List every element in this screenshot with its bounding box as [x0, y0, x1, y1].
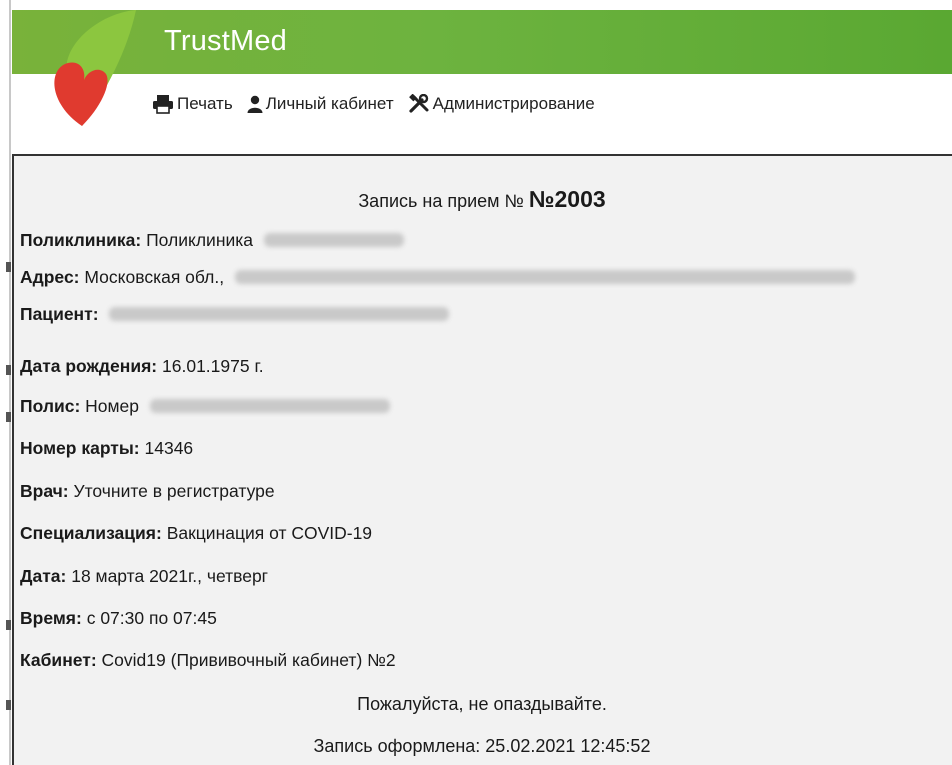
- card-label: Номер карты:: [20, 438, 140, 458]
- address-row: Адрес: Московская обл.,: [20, 267, 855, 288]
- room-label: Кабинет:: [20, 650, 97, 670]
- time-value: с 07:30 по 07:45: [86, 608, 217, 628]
- print-label: Печать: [177, 94, 233, 113]
- date-value: 18 марта 2021г., четверг: [71, 566, 269, 586]
- time-row: Время: с 07:30 по 07:45: [20, 608, 217, 629]
- time-label: Время:: [20, 608, 82, 628]
- specialization-row: Специализация: Вакцинация от COVID-19: [20, 523, 372, 544]
- address-value: Московская обл.,: [84, 267, 225, 287]
- address-redacted: [234, 270, 855, 284]
- doctor-row: Врач: Уточните в регистратуре: [20, 481, 275, 502]
- appointment-ticket: Запись на прием № №2003 Поликлиника: Пол…: [12, 156, 952, 765]
- policy-value: Номер: [85, 396, 140, 416]
- patient-redacted: [109, 307, 450, 321]
- clinic-label: Поликлиника:: [20, 230, 142, 250]
- birth-label: Дата рождения:: [20, 356, 158, 376]
- created-timestamp: Запись оформлена: 25.02.2021 12:45:52: [313, 736, 651, 756]
- app-header: TrustMed Печать Личный кабинет Администр…: [12, 0, 952, 150]
- trustmed-logo: [54, 10, 136, 126]
- card-value: 14346: [144, 438, 194, 458]
- admin-label: Администрирование: [432, 94, 595, 113]
- clinic-row: Поликлиника: Поликлиника: [20, 230, 404, 251]
- clinic-redacted: [263, 233, 404, 247]
- ticket-title: Запись на прием № №2003: [14, 186, 950, 213]
- print-menu-item[interactable]: Печать: [152, 94, 233, 114]
- policy-label: Полис:: [20, 396, 81, 416]
- admin-menu-item[interactable]: Администрирование: [408, 94, 595, 114]
- app-brand: TrustMed: [164, 25, 287, 57]
- specialization-label: Специализация:: [20, 523, 162, 543]
- room-row: Кабинет: Covid19 (Прививочный кабинет) №…: [20, 650, 396, 671]
- birth-value: 16.01.1975 г.: [162, 356, 264, 376]
- doctor-value: Уточните в регистратуре: [73, 481, 275, 501]
- policy-redacted: [149, 399, 390, 413]
- policy-row: Полис: Номер: [20, 396, 390, 417]
- card-row: Номер карты: 14346: [20, 438, 193, 459]
- cabinet-label: Личный кабинет: [265, 94, 394, 113]
- ticket-number: №2003: [528, 186, 606, 212]
- clinic-value: Поликлиника: [146, 230, 254, 250]
- room-value: Covid19 (Прививочный кабинет) №2: [101, 650, 396, 670]
- user-icon: [247, 95, 263, 113]
- patient-row: Пациент:: [20, 304, 450, 325]
- address-label: Адрес:: [20, 267, 80, 287]
- date-label: Дата:: [20, 566, 67, 586]
- patient-label: Пациент:: [20, 304, 99, 324]
- ticket-title-prefix: Запись на прием №: [358, 191, 524, 211]
- doctor-label: Врач:: [20, 481, 69, 501]
- top-menu: Печать Личный кабинет Администрирование: [152, 94, 595, 114]
- window-left-edge: [0, 0, 12, 765]
- notice-text: Пожалуйста, не опаздывайте.: [357, 694, 607, 714]
- specialization-value: Вакцинация от COVID-19: [166, 523, 373, 543]
- header-bar: [12, 10, 952, 74]
- date-row: Дата: 18 марта 2021г., четверг: [20, 566, 268, 587]
- printer-icon: [153, 95, 173, 114]
- tools-icon: [408, 94, 429, 113]
- cabinet-menu-item[interactable]: Личный кабинет: [247, 94, 394, 114]
- birth-row: Дата рождения: 16.01.1975 г.: [20, 356, 264, 377]
